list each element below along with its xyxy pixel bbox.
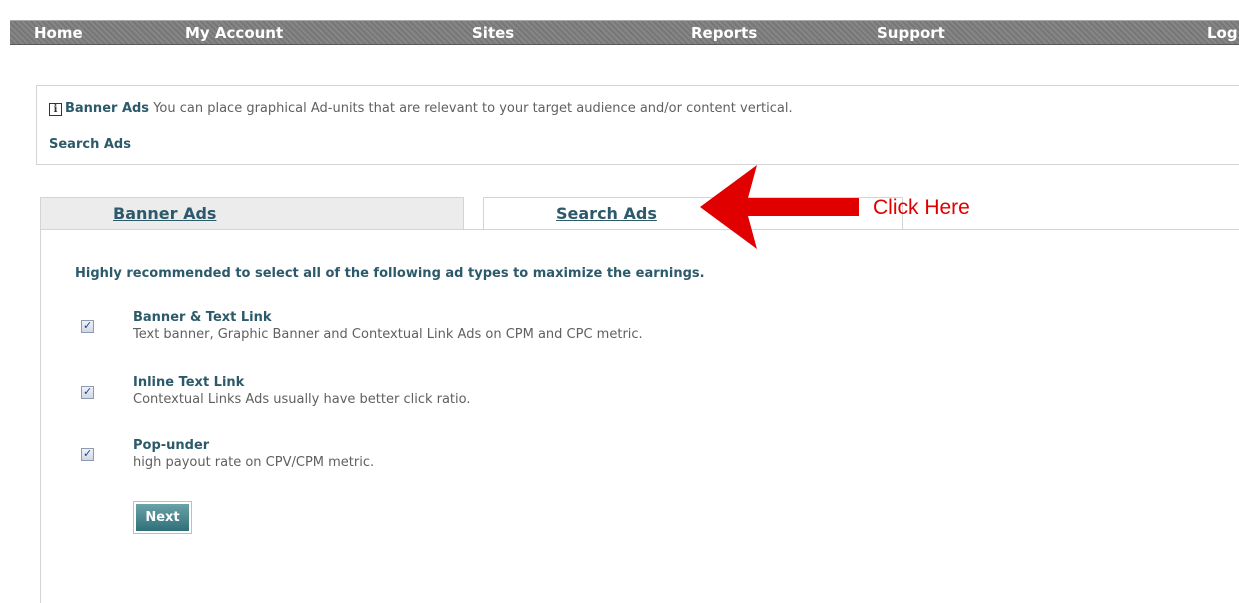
- nav-sites[interactable]: Sites: [472, 24, 514, 42]
- info-icon: i: [49, 103, 62, 116]
- checkmark-icon: ✓: [83, 319, 93, 332]
- banner-text-link-checkbox[interactable]: ✓: [81, 319, 94, 333]
- info-description: i Banner Ads You can place graphical Ad-u…: [49, 101, 793, 116]
- next-button-label: Next: [136, 504, 189, 531]
- info-box: i Banner Ads You can place graphical Ad-u…: [36, 85, 1239, 165]
- info-text: You can place graphical Ad-units that ar…: [149, 101, 793, 116]
- tab-divider: [40, 229, 1239, 230]
- option-title: Pop-under: [133, 438, 210, 453]
- top-nav-bar: Home My Account Sites Reports Support Lo…: [10, 20, 1239, 45]
- content-left-border: [40, 229, 41, 603]
- checkmark-icon: ✓: [83, 385, 93, 398]
- nav-home[interactable]: Home: [34, 24, 83, 42]
- checkmark-icon: ✓: [83, 447, 93, 460]
- recommendation-text: Highly recommended to select all of the …: [75, 266, 705, 281]
- inline-text-link-checkbox[interactable]: ✓: [81, 385, 94, 399]
- option-title: Banner & Text Link: [133, 310, 272, 325]
- red-arrow-icon: [700, 165, 859, 249]
- tab-banner-ads-label[interactable]: Banner Ads: [113, 204, 216, 223]
- option-title: Inline Text Link: [133, 375, 245, 390]
- nav-logout[interactable]: Log: [1207, 24, 1238, 42]
- click-here-annotation: Click Here: [873, 196, 970, 219]
- nav-support[interactable]: Support: [877, 24, 945, 42]
- tab-banner-ads[interactable]: Banner Ads: [40, 197, 464, 230]
- option-description: Contextual Links Ads usually have better…: [133, 392, 471, 407]
- next-button[interactable]: Next: [133, 501, 192, 534]
- option-description: high payout rate on CPV/CPM metric.: [133, 455, 375, 470]
- info-title: Banner Ads: [65, 101, 150, 116]
- tab-search-ads-label[interactable]: Search Ads: [556, 204, 657, 223]
- nav-reports[interactable]: Reports: [691, 24, 757, 42]
- option-description: Text banner, Graphic Banner and Contextu…: [133, 327, 643, 342]
- pop-under-checkbox[interactable]: ✓: [81, 447, 94, 461]
- search-ads-link[interactable]: Search Ads: [49, 137, 131, 152]
- nav-my-account[interactable]: My Account: [185, 24, 283, 42]
